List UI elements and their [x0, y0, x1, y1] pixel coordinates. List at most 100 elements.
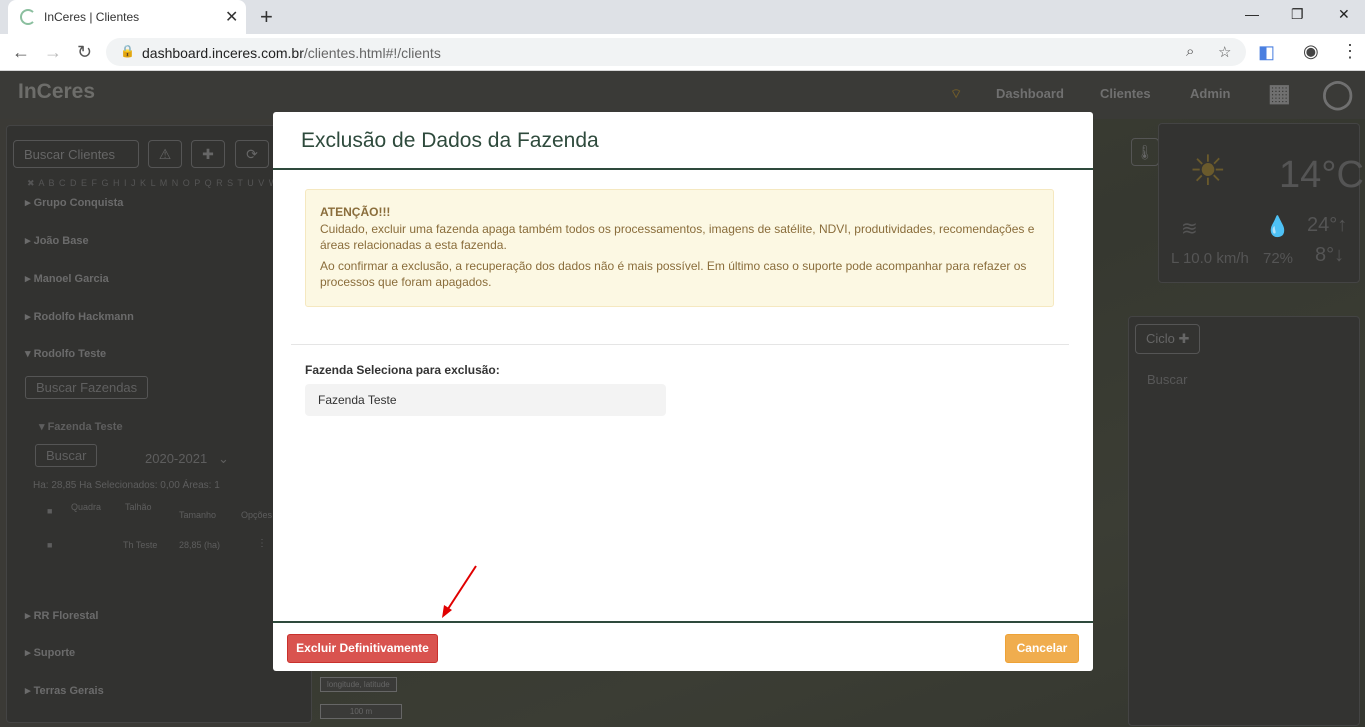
add-cycle-button[interactable]: Ciclo ✚ [1135, 324, 1201, 354]
new-tab-button[interactable]: + [260, 4, 273, 30]
wifi-icon: ⌔ [950, 86, 963, 101]
tab-title: InCeres | Clientes [44, 10, 140, 24]
group-item[interactable]: ▸ João Base [25, 234, 89, 247]
group-item[interactable]: ▸ Terras Gerais [25, 684, 104, 697]
row-talhao: Th Teste [123, 540, 158, 550]
bookmark-star-icon[interactable]: ☆ [1218, 43, 1231, 61]
group-label: Terras Gerais [33, 685, 104, 697]
row-options-icon[interactable]: ⋮ [257, 538, 267, 549]
col-tamanho: Tamanho [179, 510, 217, 520]
min-value: 8° [1315, 244, 1335, 266]
group-item[interactable]: ▸ Grupo Conquista [25, 196, 123, 209]
translate-extension-icon[interactable]: ◧ [1258, 42, 1275, 63]
search-farms-button[interactable]: Buscar Fazendas [25, 376, 149, 399]
annotation-arrow-icon [442, 565, 477, 618]
window-close-icon[interactable]: ✕ [1338, 6, 1350, 23]
browser-toolbar: ← → ↻ 🔒 dashboard.inceres.com.br/cliente… [0, 34, 1365, 71]
back-icon[interactable]: ← [12, 42, 30, 63]
tab-close-icon[interactable]: ✕ [225, 7, 238, 27]
drop-icon: 💧 [1265, 216, 1290, 238]
group-item[interactable]: ▸ Rodolfo Hackmann [25, 310, 134, 323]
nav-dashboard[interactable]: Dashboard [996, 86, 1064, 101]
alert-paragraph-1: Cuidado, excluir uma fazenda apaga també… [320, 222, 1035, 252]
temp-max: 24°↑ [1307, 214, 1348, 236]
browser-tabbar: InCeres | Clientes ✕ + — ❐ ✕ [0, 0, 1365, 34]
group-label: RR Florestal [33, 610, 99, 622]
zoom-icon[interactable]: ⌕ [1186, 43, 1194, 60]
group-label: Manoel Garcia [33, 273, 109, 285]
col-quadra[interactable]: Quadra [71, 502, 101, 512]
warning-icon[interactable]: ⚠ [148, 140, 182, 168]
coords-readout: longitude, latitude [320, 677, 397, 692]
ciclo-label: Ciclo [1146, 331, 1175, 346]
delete-permanently-button[interactable]: Excluir Definitivamente [287, 634, 438, 663]
browser-tab[interactable]: InCeres | Clientes ✕ [8, 0, 246, 34]
minimize-icon[interactable]: — [1245, 6, 1259, 22]
url-path: /clientes.html#!/clients [303, 45, 441, 61]
group-item[interactable]: ▸ Manoel Garcia [25, 272, 109, 285]
max-value: 24° [1307, 214, 1338, 236]
delete-farm-modal: Exclusão de Dados da Fazenda ATENÇÃO!!! … [273, 112, 1093, 671]
address-bar[interactable]: 🔒 dashboard.inceres.com.br/clientes.html… [106, 38, 1246, 66]
refresh-icon[interactable]: ⟳ [235, 140, 269, 168]
nav-clients[interactable]: Clientes [1100, 86, 1151, 101]
buscar-button[interactable]: Buscar [35, 444, 98, 467]
cycle-panel: Ciclo ✚ Buscar [1128, 316, 1360, 726]
group-label: Suporte [33, 647, 76, 659]
profile-icon[interactable]: ◉ [1303, 41, 1319, 62]
selected-farm-field: Fazenda Teste [305, 384, 666, 416]
humidity: 72% [1263, 250, 1294, 267]
wind-icon: ≋ [1181, 218, 1198, 240]
selected-farm-label: Fazenda Seleciona para exclusão: [305, 363, 500, 377]
reload-icon[interactable]: ↻ [77, 42, 92, 63]
group-label: Rodolfo Teste [33, 348, 107, 360]
alphabet-filter[interactable]: ✖ A B C D E F G H I J K L M N O P Q R S … [27, 178, 289, 189]
url-domain: dashboard.inceres.com.br [142, 45, 304, 61]
add-client-icon[interactable]: ✚ [191, 140, 225, 168]
select-all-checkbox[interactable]: ■ [47, 506, 52, 516]
temp-min: 8°↓ [1315, 244, 1345, 266]
group-label: Grupo Conquista [33, 197, 124, 209]
farm-stats: Ha: 28,85 Ha Selecionados: 0,00 Áreas: 1 [33, 480, 220, 491]
inceres-favicon-icon [20, 9, 36, 25]
alert-title: ATENÇÃO!!! [320, 205, 391, 219]
cancel-button[interactable]: Cancelar [1005, 634, 1079, 663]
restore-icon[interactable]: ❐ [1291, 6, 1304, 23]
warning-alert: ATENÇÃO!!! Cuidado, excluir uma fazenda … [305, 189, 1054, 307]
scale-bar: 100 m [320, 704, 402, 719]
row-checkbox[interactable]: ■ [47, 540, 52, 550]
farm-label: Fazenda Teste [47, 421, 123, 433]
lock-icon: 🔒 [120, 44, 135, 58]
thermometer-icon[interactable]: 🌡 [1131, 138, 1159, 166]
nav-admin[interactable]: Admin [1190, 86, 1230, 101]
season-value: 2020-2021 [145, 451, 208, 466]
user-avatar-icon[interactable]: ◯ [1322, 77, 1353, 110]
sun-icon: ☀ [1189, 147, 1227, 194]
group-item[interactable]: ▸ RR Florestal [25, 609, 98, 622]
forward-icon[interactable]: → [44, 42, 62, 63]
wind-speed: L 10.0 km/h [1171, 250, 1249, 267]
row-size: 28,85 (ha) [179, 540, 221, 550]
modal-title: Exclusão de Dados da Fazenda [301, 129, 599, 152]
group-item-expanded[interactable]: ▾ Rodolfo Teste [25, 347, 106, 360]
group-label: Rodolfo Hackmann [33, 311, 134, 323]
search-clients-input[interactable]: Buscar Clientes [13, 140, 139, 168]
col-opcoes: Opções [241, 510, 273, 520]
weather-panel: ☀ 14°C ≋ 💧 24°↑ L 10.0 km/h 72% 8°↓ [1158, 123, 1364, 283]
cycle-search[interactable]: Buscar [1147, 372, 1187, 387]
col-talhao[interactable]: Talhão [125, 502, 152, 512]
alert-paragraph-2: Ao confirmar a exclusão, a recuperação d… [320, 259, 1027, 289]
group-item[interactable]: ▸ Suporte [25, 646, 75, 659]
apps-grid-icon[interactable]: ▦ [1268, 79, 1291, 108]
divider [291, 344, 1069, 345]
clients-panel: Buscar Clientes ⚠ ✚ ⟳ ✖ A B C D E F G H … [6, 125, 312, 723]
weather-temp: 14°C [1279, 154, 1364, 196]
chrome-menu-icon[interactable]: ⋮ [1341, 41, 1359, 62]
modal-header: Exclusão de Dados da Fazenda [273, 112, 1093, 170]
url-text: dashboard.inceres.com.br/clientes.html#!… [142, 45, 441, 61]
modal-footer: Excluir Definitivamente Cancelar [273, 621, 1093, 671]
season-select[interactable]: 2020-2021 ⌄ [145, 451, 229, 467]
inceres-logo: InCeres [18, 80, 96, 103]
farm-item[interactable]: ▾ Fazenda Teste [39, 420, 123, 433]
group-label: João Base [33, 235, 89, 247]
